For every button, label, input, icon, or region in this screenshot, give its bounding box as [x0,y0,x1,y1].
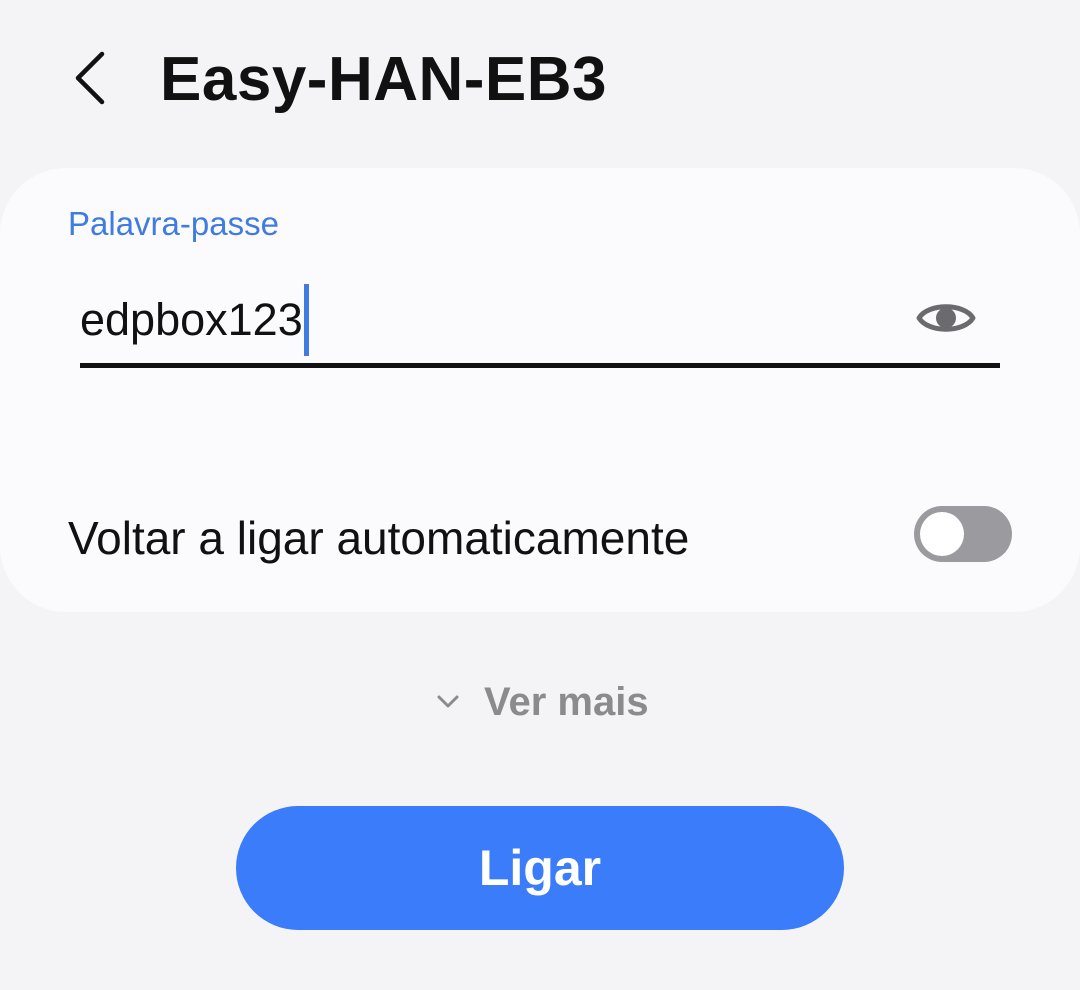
back-button[interactable] [58,44,122,116]
see-more-label: Ver mais [484,680,649,724]
auto-reconnect-toggle[interactable] [914,506,1012,562]
toggle-knob [920,512,964,556]
text-cursor [303,284,309,356]
chevron-down-icon [430,687,466,717]
chevron-left-icon [70,48,110,113]
connect-button[interactable]: Ligar [236,806,844,930]
password-field[interactable]: edpbox123 [80,270,1000,368]
app-bar: Easy-HAN-EB3 [0,0,1080,160]
password-input[interactable]: edpbox123 [80,284,309,356]
password-label: Palavra-passe [68,205,279,242]
eye-icon [916,297,976,344]
show-password-button[interactable] [914,292,978,348]
auto-reconnect-label: Voltar a ligar automaticamente [68,512,690,564]
see-more-button[interactable]: Ver mais [430,672,649,732]
password-value: edpbox123 [80,294,303,345]
page-title: Easy-HAN-EB3 [160,45,608,114]
